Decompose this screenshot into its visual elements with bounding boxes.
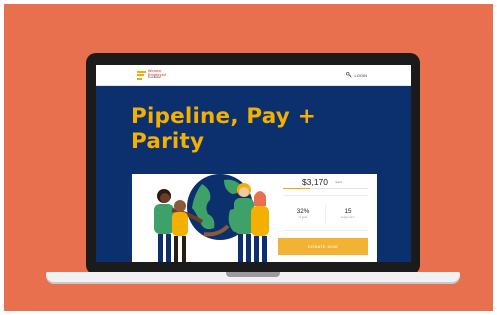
logo-mark-icon <box>137 70 146 80</box>
stat-divider <box>325 205 326 223</box>
key-icon <box>345 72 352 78</box>
site-header: Women Employed Foundation LOGIN <box>96 65 411 86</box>
page-title-line-1: Pipeline, Pay + <box>131 104 316 129</box>
donation-panel: $3,170 raised 32% of goal 15 supporters … <box>278 174 377 262</box>
divider <box>283 195 368 196</box>
stat-supporters: 15 supporters <box>328 208 368 220</box>
progress-bar-fill <box>283 188 311 189</box>
login-link[interactable]: LOGIN <box>345 72 367 78</box>
logo-wordmark: Women Employed Foundation <box>148 70 166 80</box>
laptop-notch <box>226 272 280 277</box>
divider <box>283 230 368 231</box>
login-label: LOGIN <box>354 72 367 78</box>
stat-label: of goal <box>298 217 308 219</box>
campaign-card: $3,170 raised 32% of goal 15 supporters … <box>132 174 377 262</box>
raised-caption: raised <box>335 181 343 184</box>
amount-raised: $3,170 <box>302 177 328 187</box>
site-logo[interactable]: Women Employed Foundation <box>137 70 166 80</box>
stat-value: 32% <box>296 208 310 215</box>
progress-bar <box>283 188 368 189</box>
page-title-line-2: Parity <box>131 129 205 154</box>
logo-line-3: Foundation <box>148 76 161 80</box>
stat-label: supporters <box>341 217 355 219</box>
laptop-screen: Women Employed Foundation LOGIN Pipeline… <box>96 65 411 262</box>
stat-percent-goal: 32% of goal <box>283 208 323 220</box>
donate-now-button[interactable]: DONATE NOW <box>278 238 368 255</box>
campaign-illustration <box>132 174 278 262</box>
stat-value: 15 <box>344 208 352 215</box>
page-title: Pipeline, Pay + Parity <box>131 104 341 154</box>
